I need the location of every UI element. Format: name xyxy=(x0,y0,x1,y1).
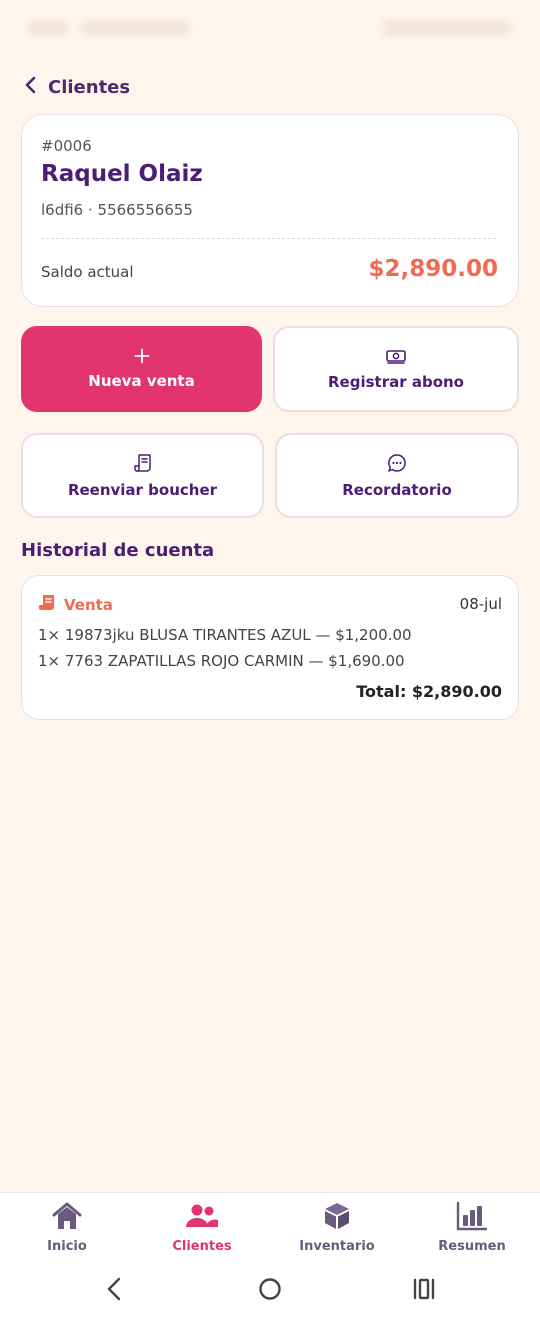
register-payment-button[interactable]: Registrar abono xyxy=(273,326,519,412)
system-recents-icon[interactable] xyxy=(411,1276,437,1306)
system-back-icon[interactable] xyxy=(104,1276,124,1306)
app-screen: Clientes #0006 Raquel Olaiz l6dfi6 · 556… xyxy=(0,0,540,1320)
system-home-icon[interactable] xyxy=(257,1276,283,1306)
history-entry-total: Total: $2,890.00 xyxy=(356,682,502,701)
plus-icon xyxy=(134,348,150,364)
client-id: #0006 xyxy=(41,137,92,155)
cash-icon xyxy=(385,347,407,365)
nav-item-clientes[interactable]: Clientes xyxy=(147,1201,257,1254)
bottom-nav: Inicio Clientes Inventario Resumen xyxy=(0,1192,540,1264)
history-entry-date: 08-jul xyxy=(459,595,502,613)
back-to-clients-link[interactable]: Clientes xyxy=(24,76,130,98)
resend-voucher-button[interactable]: Reenviar boucher xyxy=(21,433,264,518)
box-icon xyxy=(322,1201,352,1235)
receipt-icon xyxy=(38,594,56,616)
users-icon xyxy=(185,1201,219,1235)
nav-item-inicio[interactable]: Inicio xyxy=(12,1201,122,1254)
history-title: Historial de cuenta xyxy=(21,540,215,561)
nav-item-inventario[interactable]: Inventario xyxy=(282,1201,392,1254)
nav-label-inventario: Inventario xyxy=(299,1239,375,1254)
history-entry-line: 1× 19873jku BLUSA TIRANTES AZUL — $1,200… xyxy=(38,626,412,644)
bar-chart-icon xyxy=(456,1201,488,1235)
client-summary-card: #0006 Raquel Olaiz l6dfi6 · 5566556655 S… xyxy=(21,114,519,307)
back-label: Clientes xyxy=(48,76,131,98)
home-icon xyxy=(51,1201,83,1235)
receipt-icon xyxy=(133,453,153,473)
history-entry-type: Venta xyxy=(38,594,113,616)
reminder-button[interactable]: Recordatorio xyxy=(275,433,519,518)
nav-item-resumen[interactable]: Resumen xyxy=(417,1201,527,1254)
chat-bubble-icon xyxy=(387,453,407,473)
nav-label-inicio: Inicio xyxy=(47,1239,87,1254)
balance-label: Saldo actual xyxy=(41,263,134,281)
history-entry-line: 1× 7763 ZAPATILLAS ROJO CARMIN — $1,690.… xyxy=(38,652,405,670)
resend-voucher-label: Reenviar boucher xyxy=(67,480,218,499)
client-name: Raquel Olaiz xyxy=(41,161,203,187)
reminder-label: Recordatorio xyxy=(342,480,452,499)
client-meta: l6dfi6 · 5566556655 xyxy=(41,201,193,219)
nav-label-clientes: Clientes xyxy=(172,1239,232,1254)
nav-label-resumen: Resumen xyxy=(438,1239,506,1254)
new-sale-label: Nueva venta xyxy=(88,372,195,390)
system-nav-bar xyxy=(0,1264,540,1320)
history-entry-type-label: Venta xyxy=(64,596,113,614)
register-payment-label: Registrar abono xyxy=(328,373,464,391)
status-bar xyxy=(0,0,540,56)
divider xyxy=(41,238,496,239)
chevron-left-icon xyxy=(24,76,38,98)
new-sale-button[interactable]: Nueva venta xyxy=(21,326,262,412)
balance-value: $2,890.00 xyxy=(368,256,499,282)
history-entry-card[interactable]: Venta 08-jul 1× 19873jku BLUSA TIRANTES … xyxy=(21,575,519,720)
